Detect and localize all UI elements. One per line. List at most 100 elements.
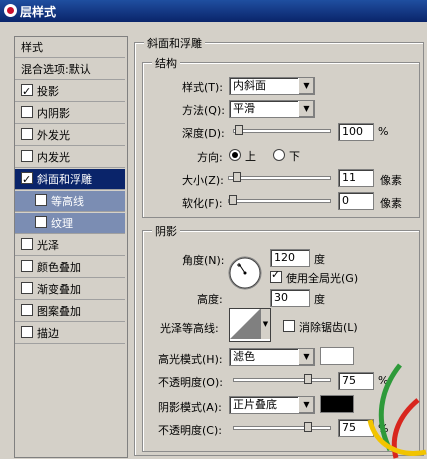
altitude-input[interactable]: 30 bbox=[270, 289, 310, 307]
contour-preview-icon bbox=[230, 309, 260, 339]
style-item-contour[interactable]: 等高线 bbox=[15, 191, 125, 212]
blend-options-item[interactable]: 混合选项:默认 bbox=[15, 59, 125, 80]
style-item-label: 颜色叠加 bbox=[37, 261, 81, 274]
chevron-down-icon[interactable]: ▼ bbox=[298, 78, 314, 94]
checkbox[interactable] bbox=[21, 106, 33, 118]
style-item-gradient-overlay[interactable]: 渐变叠加 bbox=[15, 279, 125, 300]
shadow-mode-label: 阴影模式(A): bbox=[158, 401, 222, 414]
style-item-pattern-overlay[interactable]: 图案叠加 bbox=[15, 301, 125, 322]
highlight-mode-select[interactable]: 滤色 ▼ bbox=[229, 348, 315, 366]
style-item-color-overlay[interactable]: 颜色叠加 bbox=[15, 257, 125, 278]
style-item-label: 外发光 bbox=[37, 129, 70, 142]
style-item-label: 图案叠加 bbox=[37, 305, 81, 318]
highlight-opacity-thumb[interactable] bbox=[304, 374, 312, 384]
soften-slider[interactable] bbox=[228, 195, 331, 205]
style-item-label: 内阴影 bbox=[37, 107, 70, 120]
checkbox[interactable] bbox=[21, 260, 33, 272]
altitude-value: 30 bbox=[274, 291, 288, 304]
styles-header-label: 样式 bbox=[21, 41, 43, 54]
style-item-outer-glow[interactable]: 外发光 bbox=[15, 125, 125, 146]
altitude-label: 高度: bbox=[197, 293, 223, 306]
style-item-bevel-emboss[interactable]: 斜面和浮雕 bbox=[15, 169, 125, 190]
style-item-inner-glow[interactable]: 内发光 bbox=[15, 147, 125, 168]
angle-value: 120 bbox=[274, 251, 295, 264]
style-item-label: 纹理 bbox=[51, 217, 73, 230]
global-light-checkbox[interactable]: 使用全局光(G) bbox=[270, 268, 359, 286]
direction-label: 方向: bbox=[197, 151, 223, 164]
direction-down-radio[interactable]: 下 bbox=[273, 148, 300, 164]
gloss-contour-picker[interactable]: ▼ bbox=[229, 308, 271, 342]
highlight-color-swatch[interactable] bbox=[320, 347, 354, 365]
method-select-value: 平滑 bbox=[233, 102, 255, 115]
soften-slider-thumb[interactable] bbox=[229, 195, 237, 205]
style-item-label: 等高线 bbox=[51, 195, 84, 208]
style-item-stroke[interactable]: 描边 bbox=[15, 323, 125, 344]
angle-unit: 度 bbox=[314, 253, 325, 266]
shadow-opacity-thumb[interactable] bbox=[304, 422, 312, 432]
checkbox[interactable] bbox=[35, 194, 47, 206]
style-item-label: 光泽 bbox=[37, 239, 59, 252]
style-item-texture[interactable]: 纹理 bbox=[15, 213, 125, 234]
depth-slider[interactable] bbox=[233, 125, 331, 135]
checkbox[interactable] bbox=[21, 304, 33, 316]
chevron-down-icon[interactable]: ▼ bbox=[298, 101, 314, 117]
depth-unit: % bbox=[378, 125, 389, 138]
highlight-mode-value: 滤色 bbox=[233, 350, 255, 363]
style-item-label: 投影 bbox=[37, 85, 59, 98]
direction-down-label: 下 bbox=[289, 150, 300, 163]
global-light-label: 使用全局光(G) bbox=[286, 272, 359, 285]
checkbox[interactable] bbox=[270, 268, 282, 283]
checkbox[interactable] bbox=[21, 326, 33, 338]
shadow-mode-select[interactable]: 正片叠底 ▼ bbox=[229, 396, 315, 414]
style-list: 样式 混合选项:默认 投影 内阴影 外发光 内发光 斜面和浮雕 等高线 纹理 光… bbox=[14, 36, 128, 458]
style-item-inner-shadow[interactable]: 内阴影 bbox=[15, 103, 125, 124]
checkbox[interactable] bbox=[21, 81, 33, 102]
size-input[interactable]: 11 bbox=[338, 169, 374, 187]
radio-button[interactable] bbox=[273, 149, 285, 161]
checkbox[interactable] bbox=[21, 128, 33, 140]
angle-dial[interactable] bbox=[228, 256, 262, 290]
direction-up-radio[interactable]: 上 bbox=[229, 148, 256, 164]
style-item-label: 渐变叠加 bbox=[37, 283, 81, 296]
depth-label: 深度(D): bbox=[182, 127, 225, 140]
anti-alias-checkbox[interactable]: 消除锯齿(L) bbox=[283, 319, 358, 335]
altitude-unit: 度 bbox=[314, 293, 325, 306]
soften-input[interactable]: 0 bbox=[338, 192, 374, 210]
style-item-label: 斜面和浮雕 bbox=[37, 173, 92, 186]
depth-input[interactable]: 100 bbox=[338, 123, 374, 141]
angle-label: 角度(N): bbox=[182, 254, 225, 267]
angle-input[interactable]: 120 bbox=[270, 249, 310, 267]
depth-slider-thumb[interactable] bbox=[235, 125, 243, 135]
size-value: 11 bbox=[342, 171, 356, 184]
size-unit: 像素 bbox=[380, 174, 402, 187]
shadow-color-swatch[interactable] bbox=[320, 395, 354, 413]
app-icon bbox=[4, 4, 17, 17]
style-label: 样式(T): bbox=[182, 81, 224, 94]
checkbox[interactable] bbox=[21, 150, 33, 162]
chevron-down-icon[interactable]: ▼ bbox=[298, 397, 314, 413]
radio-button[interactable] bbox=[229, 149, 241, 161]
method-select[interactable]: 平滑 ▼ bbox=[229, 100, 315, 118]
styles-header[interactable]: 样式 bbox=[15, 37, 125, 58]
checkbox[interactable] bbox=[21, 282, 33, 294]
checkbox[interactable] bbox=[283, 320, 295, 332]
style-item-satin[interactable]: 光泽 bbox=[15, 235, 125, 256]
structure-title: 结构 bbox=[152, 55, 180, 71]
window-title: 层样式 bbox=[20, 5, 57, 19]
angle-dial-icon bbox=[228, 256, 262, 290]
style-item-drop-shadow[interactable]: 投影 bbox=[15, 81, 125, 102]
chevron-down-icon[interactable]: ▼ bbox=[260, 309, 270, 339]
size-slider-thumb[interactable] bbox=[233, 172, 241, 182]
gloss-contour-label: 光泽等高线: bbox=[160, 322, 219, 335]
size-slider[interactable] bbox=[228, 172, 331, 182]
shadow-opacity-slider[interactable] bbox=[233, 422, 331, 432]
chevron-down-icon[interactable]: ▼ bbox=[298, 349, 314, 365]
highlight-opacity-slider[interactable] bbox=[233, 374, 331, 384]
watermark-logo bbox=[367, 363, 427, 459]
checkbox[interactable] bbox=[21, 169, 33, 190]
checkbox[interactable] bbox=[35, 216, 47, 228]
style-select[interactable]: 内斜面 ▼ bbox=[229, 77, 315, 95]
checkbox[interactable] bbox=[21, 238, 33, 250]
highlight-opacity-label: 不透明度(O): bbox=[158, 376, 223, 389]
title-bar[interactable]: 层样式 bbox=[0, 0, 427, 22]
